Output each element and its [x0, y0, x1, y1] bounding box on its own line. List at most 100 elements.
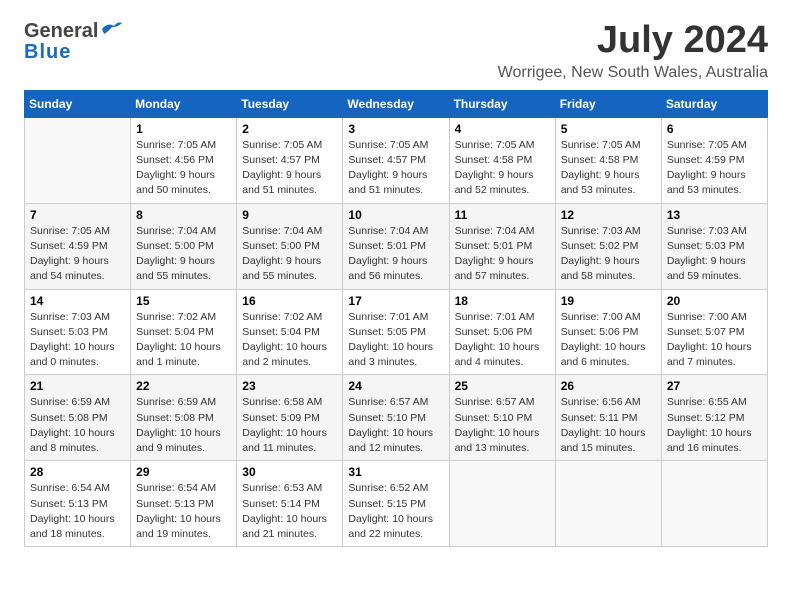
day-number: 22	[136, 379, 231, 393]
calendar-day-cell	[449, 461, 555, 547]
day-info: Sunrise: 7:05 AMSunset: 4:58 PMDaylight:…	[561, 138, 656, 199]
calendar-header-row: SundayMondayTuesdayWednesdayThursdayFrid…	[25, 90, 768, 117]
calendar-day-cell: 19 Sunrise: 7:00 AMSunset: 5:06 PMDayligh…	[555, 289, 661, 375]
day-info: Sunrise: 6:54 AMSunset: 5:13 PMDaylight:…	[30, 481, 125, 542]
day-of-week-header: Friday	[555, 90, 661, 117]
calendar-day-cell	[25, 117, 131, 203]
day-of-week-header: Tuesday	[237, 90, 343, 117]
calendar-day-cell: 28 Sunrise: 6:54 AMSunset: 5:13 PMDayligh…	[25, 461, 131, 547]
day-number: 17	[348, 294, 443, 308]
page-header: General Blue July 2024 Worrigee, New Sou…	[24, 20, 768, 82]
calendar-day-cell: 31 Sunrise: 6:52 AMSunset: 5:15 PMDayligh…	[343, 461, 449, 547]
logo-general-text: General	[24, 21, 98, 41]
calendar-day-cell: 5 Sunrise: 7:05 AMSunset: 4:58 PMDaylight…	[555, 117, 661, 203]
day-info: Sunrise: 6:55 AMSunset: 5:12 PMDaylight:…	[667, 395, 762, 456]
calendar-day-cell: 3 Sunrise: 7:05 AMSunset: 4:57 PMDaylight…	[343, 117, 449, 203]
day-number: 3	[348, 122, 443, 136]
day-number: 23	[242, 379, 337, 393]
day-number: 14	[30, 294, 125, 308]
day-number: 6	[667, 122, 762, 136]
day-number: 2	[242, 122, 337, 136]
calendar-week-row: 21 Sunrise: 6:59 AMSunset: 5:08 PMDayligh…	[25, 375, 768, 461]
day-of-week-header: Sunday	[25, 90, 131, 117]
calendar-day-cell: 17 Sunrise: 7:01 AMSunset: 5:05 PMDayligh…	[343, 289, 449, 375]
day-number: 28	[30, 465, 125, 479]
day-info: Sunrise: 6:53 AMSunset: 5:14 PMDaylight:…	[242, 481, 337, 542]
calendar-day-cell: 24Sunrise: 6:57 AMSunset: 5:10 PMDayligh…	[343, 375, 449, 461]
calendar-day-cell: 27 Sunrise: 6:55 AMSunset: 5:12 PMDayligh…	[661, 375, 767, 461]
logo: General Blue	[24, 20, 122, 62]
calendar-day-cell	[661, 461, 767, 547]
calendar-day-cell: 23Sunrise: 6:58 AMSunset: 5:09 PMDayligh…	[237, 375, 343, 461]
calendar-day-cell: 1 Sunrise: 7:05 AMSunset: 4:56 PMDaylight…	[131, 117, 237, 203]
calendar-day-cell: 18 Sunrise: 7:01 AMSunset: 5:06 PMDayligh…	[449, 289, 555, 375]
day-info: Sunrise: 7:03 AMSunset: 5:03 PMDaylight:…	[30, 310, 125, 371]
calendar-day-cell: 6 Sunrise: 7:05 AMSunset: 4:59 PMDaylight…	[661, 117, 767, 203]
day-of-week-header: Monday	[131, 90, 237, 117]
day-number: 10	[348, 208, 443, 222]
day-info: Sunrise: 7:03 AMSunset: 5:03 PMDaylight:…	[667, 224, 762, 285]
calendar-day-cell: 12 Sunrise: 7:03 AMSunset: 5:02 PMDayligh…	[555, 203, 661, 289]
logo-blue-text: Blue	[24, 42, 122, 62]
day-number: 9	[242, 208, 337, 222]
title-area: July 2024 Worrigee, New South Wales, Aus…	[498, 20, 768, 82]
calendar-day-cell: 9Sunrise: 7:04 AMSunset: 5:00 PMDaylight…	[237, 203, 343, 289]
calendar-day-cell: 25Sunrise: 6:57 AMSunset: 5:10 PMDayligh…	[449, 375, 555, 461]
day-info: Sunrise: 7:05 AMSunset: 4:56 PMDaylight:…	[136, 138, 231, 199]
day-number: 8	[136, 208, 231, 222]
day-number: 25	[455, 379, 550, 393]
calendar-day-cell: 21Sunrise: 6:59 AMSunset: 5:08 PMDayligh…	[25, 375, 131, 461]
day-info: Sunrise: 7:05 AMSunset: 4:57 PMDaylight:…	[242, 138, 337, 199]
day-number: 11	[455, 208, 550, 222]
day-info: Sunrise: 7:05 AMSunset: 4:59 PMDaylight:…	[667, 138, 762, 199]
day-number: 27	[667, 379, 762, 393]
day-number: 16	[242, 294, 337, 308]
calendar-day-cell	[555, 461, 661, 547]
day-info: Sunrise: 6:54 AMSunset: 5:13 PMDaylight:…	[136, 481, 231, 542]
day-number: 5	[561, 122, 656, 136]
day-info: Sunrise: 6:57 AMSunset: 5:10 PMDaylight:…	[348, 395, 443, 456]
day-number: 12	[561, 208, 656, 222]
day-info: Sunrise: 7:00 AMSunset: 5:07 PMDaylight:…	[667, 310, 762, 371]
calendar-week-row: 28 Sunrise: 6:54 AMSunset: 5:13 PMDayligh…	[25, 461, 768, 547]
day-number: 18	[455, 294, 550, 308]
day-number: 19	[561, 294, 656, 308]
day-info: Sunrise: 7:04 AMSunset: 5:00 PMDaylight:…	[136, 224, 231, 285]
day-info: Sunrise: 7:04 AMSunset: 5:01 PMDaylight:…	[348, 224, 443, 285]
day-info: Sunrise: 6:59 AMSunset: 5:08 PMDaylight:…	[136, 395, 231, 456]
day-number: 29	[136, 465, 231, 479]
calendar-day-cell: 26Sunrise: 6:56 AMSunset: 5:11 PMDayligh…	[555, 375, 661, 461]
calendar-day-cell: 4 Sunrise: 7:05 AMSunset: 4:58 PMDaylight…	[449, 117, 555, 203]
calendar-day-cell: 14 Sunrise: 7:03 AMSunset: 5:03 PMDayligh…	[25, 289, 131, 375]
day-info: Sunrise: 6:52 AMSunset: 5:15 PMDaylight:…	[348, 481, 443, 542]
day-number: 30	[242, 465, 337, 479]
day-info: Sunrise: 7:05 AMSunset: 4:57 PMDaylight:…	[348, 138, 443, 199]
calendar-day-cell: 30 Sunrise: 6:53 AMSunset: 5:14 PMDayligh…	[237, 461, 343, 547]
day-number: 20	[667, 294, 762, 308]
calendar-week-row: 1 Sunrise: 7:05 AMSunset: 4:56 PMDaylight…	[25, 117, 768, 203]
day-info: Sunrise: 7:02 AMSunset: 5:04 PMDaylight:…	[136, 310, 231, 371]
day-number: 21	[30, 379, 125, 393]
month-title: July 2024	[498, 20, 768, 62]
day-info: Sunrise: 7:05 AMSunset: 4:58 PMDaylight:…	[455, 138, 550, 199]
calendar-day-cell: 7Sunrise: 7:05 AMSunset: 4:59 PMDaylight…	[25, 203, 131, 289]
day-info: Sunrise: 7:00 AMSunset: 5:06 PMDaylight:…	[561, 310, 656, 371]
calendar-day-cell: 15 Sunrise: 7:02 AMSunset: 5:04 PMDayligh…	[131, 289, 237, 375]
day-of-week-header: Thursday	[449, 90, 555, 117]
day-info: Sunrise: 7:01 AMSunset: 5:06 PMDaylight:…	[455, 310, 550, 371]
day-number: 15	[136, 294, 231, 308]
calendar-day-cell: 22 Sunrise: 6:59 AMSunset: 5:08 PMDayligh…	[131, 375, 237, 461]
day-number: 4	[455, 122, 550, 136]
day-number: 1	[136, 122, 231, 136]
day-info: Sunrise: 7:05 AMSunset: 4:59 PMDaylight:…	[30, 224, 125, 285]
day-info: Sunrise: 7:03 AMSunset: 5:02 PMDaylight:…	[561, 224, 656, 285]
day-number: 31	[348, 465, 443, 479]
day-info: Sunrise: 7:02 AMSunset: 5:04 PMDaylight:…	[242, 310, 337, 371]
day-info: Sunrise: 7:04 AMSunset: 5:01 PMDaylight:…	[455, 224, 550, 285]
calendar-week-row: 14 Sunrise: 7:03 AMSunset: 5:03 PMDayligh…	[25, 289, 768, 375]
calendar-day-cell: 16 Sunrise: 7:02 AMSunset: 5:04 PMDayligh…	[237, 289, 343, 375]
day-of-week-header: Saturday	[661, 90, 767, 117]
day-info: Sunrise: 7:01 AMSunset: 5:05 PMDaylight:…	[348, 310, 443, 371]
day-number: 13	[667, 208, 762, 222]
logo-bird-icon	[100, 20, 122, 38]
